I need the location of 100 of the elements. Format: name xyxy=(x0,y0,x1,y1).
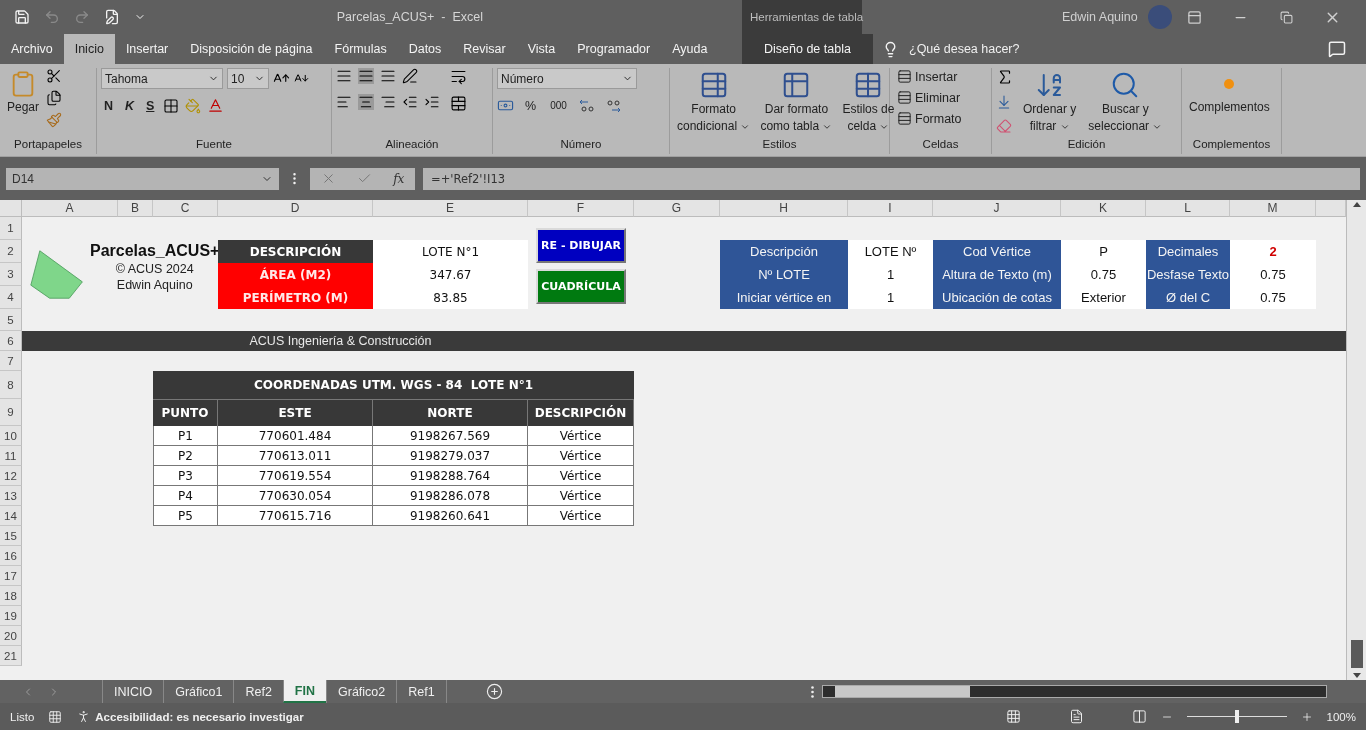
row-header[interactable]: 11 xyxy=(0,446,22,466)
font-size-field[interactable]: 10 xyxy=(227,68,269,89)
row-header[interactable]: 18 xyxy=(0,586,22,606)
row-header[interactable]: 6 xyxy=(0,331,22,351)
paste-button[interactable]: Pegar xyxy=(4,68,43,117)
row-header[interactable]: 13 xyxy=(0,486,22,506)
author-text: Edwin Aquino xyxy=(116,278,193,292)
decrease-indent-icon xyxy=(402,94,418,110)
table-title: COORDENADAS UTM. WGS - 84 LOTE N°1 xyxy=(153,371,634,399)
summary-value: 83.85 xyxy=(373,286,528,309)
insert-function-button[interactable]: fx xyxy=(393,171,405,186)
column-header[interactable]: J xyxy=(933,200,1061,217)
comments-icon[interactable] xyxy=(1328,40,1346,58)
setting-value: P xyxy=(1061,240,1146,263)
horizontal-scrollbar[interactable] xyxy=(821,685,1327,698)
clear-icon xyxy=(996,118,1012,134)
row-header[interactable]: 8 xyxy=(0,371,22,399)
setting-label: Ø del C xyxy=(1146,286,1230,309)
formula-field[interactable]: =+'Ref2'!I13 xyxy=(423,167,1360,190)
row-header[interactable]: 4 xyxy=(0,286,22,309)
column-header[interactable]: K xyxy=(1061,200,1146,217)
column-header[interactable]: C xyxy=(153,200,218,217)
setting-label: Desfase Texto xyxy=(1146,263,1230,286)
bold-button[interactable]: N xyxy=(101,97,117,114)
row-header[interactable]: 10 xyxy=(0,426,22,446)
add-ins-button[interactable]: Complementos xyxy=(1186,68,1273,117)
scroll-thumb[interactable] xyxy=(1350,640,1363,668)
italic-button[interactable]: K xyxy=(122,97,138,114)
styles-button[interactable]: Formato condicional xyxy=(674,68,754,136)
row-header[interactable]: 9 xyxy=(0,399,22,426)
accessibility-status[interactable]: Accesibilidad: es necesario investigar xyxy=(95,710,304,723)
column-header[interactable]: A xyxy=(22,200,118,217)
column-header[interactable]: F xyxy=(528,200,634,217)
row-header[interactable]: 2 xyxy=(0,240,22,263)
font-family-field[interactable]: Tahoma xyxy=(101,68,223,89)
more-icon[interactable] xyxy=(810,685,814,698)
tell-me-field[interactable]: ¿Qué desea hacer? xyxy=(909,42,1020,56)
percent-button[interactable]: % xyxy=(522,97,540,114)
wrap-text-icon xyxy=(450,68,467,85)
row-header[interactable]: 16 xyxy=(0,546,22,566)
sort-filter-button[interactable]: Ordenar y filtrar xyxy=(1020,68,1080,136)
row-header[interactable]: 17 xyxy=(0,566,22,586)
ribbon-tab[interactable]: Disposición de página xyxy=(179,34,324,64)
add-ins-icon xyxy=(1224,79,1235,89)
ribbon-tab[interactable]: Inicio xyxy=(63,34,115,64)
window-title: Parcelas_ACUS+ - Excel xyxy=(336,10,483,24)
setting-value: 0.75 xyxy=(1061,263,1146,286)
ribbon-tab[interactable]: Diseño de tabla xyxy=(742,34,873,64)
ribbon-tab[interactable]: Fórmulas xyxy=(323,34,398,64)
underline-button[interactable]: S xyxy=(143,97,158,114)
column-header[interactable]: D xyxy=(218,200,373,217)
group-label: Estilos xyxy=(762,138,797,152)
table-cell: Vértice xyxy=(528,446,634,466)
zoom-slider[interactable] xyxy=(1234,710,1239,723)
save-icon[interactable] xyxy=(14,9,30,25)
column-header[interactable]: H xyxy=(720,200,848,217)
row-header[interactable]: 14 xyxy=(0,506,22,526)
context-tools-label: Herramientas de tabla xyxy=(749,11,864,23)
ribbon-tab[interactable]: Insertar xyxy=(114,34,180,64)
setting-value: 1 xyxy=(848,263,933,286)
number-format-field[interactable]: Número xyxy=(497,68,637,89)
row-header[interactable]: 12 xyxy=(0,466,22,486)
save-as-icon[interactable] xyxy=(104,9,120,25)
column-header[interactable]: E xyxy=(373,200,528,217)
zoom-reading[interactable]: 100% xyxy=(1326,710,1356,723)
row-header[interactable]: 15 xyxy=(0,526,22,546)
find-select-button[interactable]: Buscar y seleccionar xyxy=(1085,68,1166,136)
thousands-button[interactable]: 000 xyxy=(547,99,570,112)
row-header[interactable]: 7 xyxy=(0,351,22,371)
macro-button[interactable]: CUADRÍCULA xyxy=(536,268,626,304)
row-header[interactable]: 20 xyxy=(0,626,22,646)
table-cell: 770613.011 xyxy=(218,446,373,466)
ribbon-tab[interactable]: Archivo xyxy=(0,34,64,64)
macro-button[interactable]: RE - DIBUJAR xyxy=(536,228,626,263)
ribbon-tab[interactable]: Vista xyxy=(516,34,567,64)
column-header[interactable]: M xyxy=(1230,200,1316,217)
sheet-tab[interactable]: FIN xyxy=(282,680,326,703)
summary-label: PERÍMETRO (M) xyxy=(218,286,373,309)
column-header[interactable]: G xyxy=(634,200,720,217)
styles-button[interactable]: Dar formato como tabla xyxy=(757,68,836,136)
name-box[interactable]: D14 xyxy=(6,167,279,190)
ribbon-tab[interactable]: Datos xyxy=(397,34,453,64)
normal-view-icon xyxy=(1005,709,1021,724)
column-header[interactable]: I xyxy=(848,200,933,217)
ribbon-tab[interactable]: Ayuda xyxy=(661,34,719,64)
ribbon-tab[interactable]: Revisar xyxy=(452,34,517,64)
row-header[interactable]: 21 xyxy=(0,646,22,666)
row-header[interactable]: 3 xyxy=(0,263,22,286)
row-header[interactable]: 19 xyxy=(0,606,22,626)
row-header[interactable]: 5 xyxy=(0,309,22,331)
column-header[interactable]: L xyxy=(1146,200,1230,217)
ribbon-tab[interactable]: Programador xyxy=(566,34,662,64)
table-cell: Vértice xyxy=(528,506,634,526)
copy-icon xyxy=(46,90,63,106)
table-cell: P4 xyxy=(153,486,218,506)
table-cell: 770615.716 xyxy=(218,506,373,526)
cut-icon xyxy=(46,68,63,84)
font-color-icon xyxy=(207,97,225,114)
column-header[interactable]: B xyxy=(118,200,153,217)
row-header[interactable]: 1 xyxy=(0,217,22,240)
